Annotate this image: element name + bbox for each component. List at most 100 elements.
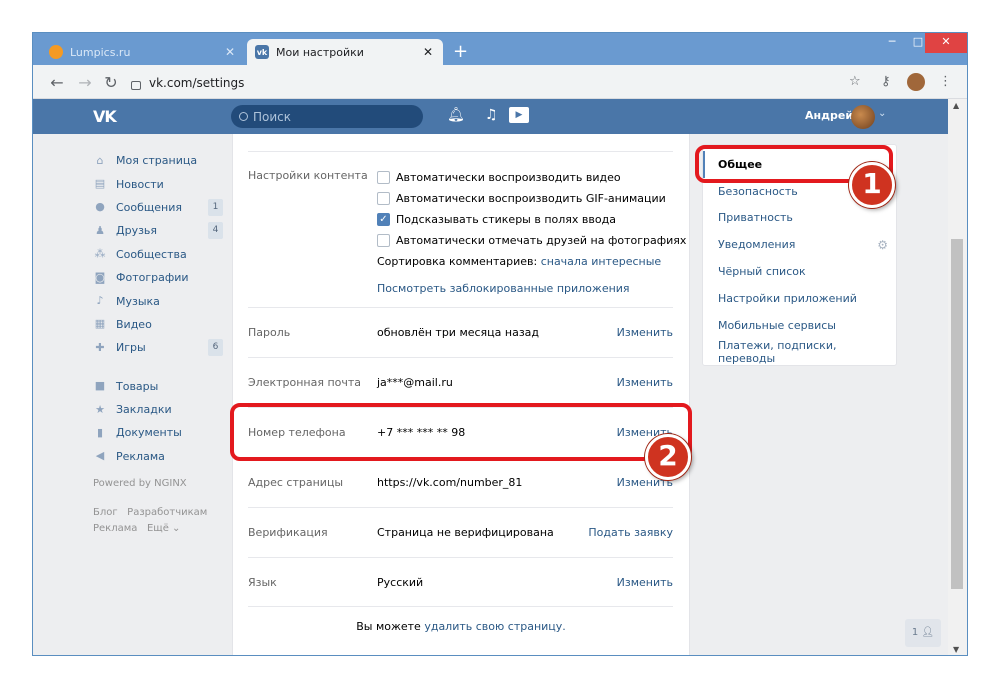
row-value: Страница не верифицирована — [377, 526, 554, 539]
footer-links: Блог Разработчикам Реклама Ещё ⌄ — [93, 505, 223, 537]
change-email-button[interactable]: Изменить — [617, 376, 673, 389]
gamepad-icon: ✚ — [95, 340, 105, 354]
email-row: Электронная почта ja***@mail.ru Изменить — [248, 357, 673, 407]
nav-item-friends[interactable]: ♟ Друзья 4 — [93, 219, 223, 242]
step-badge-2: 2 — [645, 434, 691, 480]
back-icon[interactable]: ← — [47, 73, 67, 92]
tab-settings[interactable]: vk Мои настройки ✕ — [247, 39, 443, 65]
menu-item-payments[interactable]: Платежи, подписки, переводы — [703, 339, 896, 366]
comment-sort-link[interactable]: сначала интересные — [541, 255, 661, 268]
footer-link-ads[interactable]: Реклама — [93, 523, 137, 534]
music-note-icon[interactable]: ♫ — [485, 107, 498, 123]
scrollbar-thumb[interactable] — [951, 239, 963, 589]
footer-link-blog[interactable]: Блог — [93, 507, 118, 518]
password-row: Пароль обновлён три месяца назад Изменит… — [248, 307, 673, 357]
row-label: Язык — [248, 576, 277, 589]
vk-logo-icon[interactable]: VK — [93, 107, 117, 126]
tab-strip: Lumpics.ru ✕ vk Мои настройки ✕ + ─ □ ✕ — [33, 33, 967, 65]
chevron-down-icon[interactable]: ⌄ — [878, 108, 886, 119]
footer-link-more[interactable]: Ещё ⌄ — [147, 523, 180, 534]
blocked-apps-link[interactable]: Посмотреть заблокированные приложения — [377, 282, 686, 295]
music-icon: ♪ — [96, 294, 104, 308]
play-icon[interactable]: ▶ — [509, 107, 529, 123]
scroll-up-icon[interactable]: ▲ — [953, 101, 959, 110]
nav-item-bookmarks[interactable]: ★ Закладки — [93, 398, 223, 421]
vk-header: VK Поиск 🔔︎ ♫ ▶ Андрей ⌄ — [33, 99, 948, 134]
tab-title: Lumpics.ru — [70, 45, 131, 59]
menu-item-blacklist[interactable]: Чёрный список — [703, 258, 896, 285]
count-badge: 1 — [208, 198, 223, 216]
tab-close-icon[interactable]: ✕ — [421, 45, 435, 59]
reload-icon[interactable]: ↻ — [101, 73, 121, 92]
checkbox-autoplay-video[interactable]: Автоматически воспроизводить видео — [377, 167, 686, 188]
nav-item-video[interactable]: ▦ Видео — [93, 313, 223, 336]
search-input[interactable]: Поиск — [231, 105, 423, 128]
menu-item-mobile-services[interactable]: Мобильные сервисы — [703, 312, 896, 339]
menu-item-notifications[interactable]: Уведомления ⚙ — [703, 231, 896, 258]
nav-label: Товары — [116, 379, 159, 393]
nav-item-ads[interactable]: ◀ Реклама — [93, 445, 223, 468]
delete-page-note: Вы можете удалить свою страницу. — [233, 620, 689, 633]
checkbox-box[interactable] — [377, 234, 390, 247]
nav-label: Моя страница — [116, 154, 198, 168]
nav-item-goods[interactable]: ■ Товары — [93, 375, 223, 398]
search-placeholder: Поиск — [253, 109, 292, 124]
nav-label: Игры — [116, 341, 146, 355]
nav-item-messages[interactable]: ● Сообщения 1 — [93, 196, 223, 219]
change-password-button[interactable]: Изменить — [617, 326, 673, 339]
minimize-icon[interactable]: ─ — [879, 33, 905, 53]
checkbox-tag-friends[interactable]: Автоматически отмечать друзей на фотогра… — [377, 230, 686, 251]
menu-dots-icon[interactable]: ⋮ — [939, 74, 952, 89]
comment-sort: Сортировка комментариев: сначала интерес… — [377, 255, 686, 268]
apply-verification-button[interactable]: Подать заявку — [588, 526, 673, 539]
nav-item-games[interactable]: ✚ Игры 6 — [93, 336, 223, 359]
scroll-down-icon[interactable]: ▼ — [953, 645, 959, 654]
lock-icon — [131, 80, 141, 90]
tab-lumpics[interactable]: Lumpics.ru ✕ — [41, 39, 245, 65]
gear-icon[interactable]: ⚙ — [877, 238, 888, 252]
key-icon[interactable]: ⚷ — [881, 74, 891, 89]
checkmark-icon[interactable]: ✓ — [377, 213, 390, 226]
tab-close-icon[interactable]: ✕ — [223, 45, 237, 59]
home-icon: ⌂ — [96, 153, 104, 167]
nav-label: Новости — [116, 177, 164, 191]
row-label: Электронная почта — [248, 376, 362, 389]
checkbox-sticker-hints[interactable]: ✓ Подсказывать стикеры в полях ввода — [377, 209, 686, 230]
checkbox-autoplay-gif[interactable]: Автоматически воспроизводить GIF-анимаци… — [377, 188, 686, 209]
checkbox-label: Автоматически воспроизводить видео — [396, 171, 621, 184]
chat-button[interactable]: 1 👤︎ — [905, 619, 941, 647]
nav-item-photos[interactable]: ◙ Фотографии — [93, 266, 223, 289]
close-window-icon[interactable]: ✕ — [925, 33, 967, 53]
address-bar[interactable]: vk.com/settings — [125, 71, 849, 95]
bell-icon[interactable]: 🔔︎ — [447, 107, 465, 123]
person-icon: 👤︎ — [921, 627, 935, 638]
nav-item-news[interactable]: ▤ Новости — [93, 172, 223, 195]
profile-avatar[interactable] — [907, 73, 925, 91]
nav-item-my-page[interactable]: ⌂ Моя страница — [93, 149, 223, 172]
checkbox-label: Автоматически отмечать друзей на фотогра… — [396, 234, 687, 247]
nav-item-documents[interactable]: ▮ Документы — [93, 421, 223, 444]
nav-item-music[interactable]: ♪ Музыка — [93, 289, 223, 312]
footer-link-developers[interactable]: Разработчикам — [127, 507, 207, 518]
checkbox-box[interactable] — [377, 171, 390, 184]
row-value: ja***@mail.ru — [377, 376, 453, 389]
delete-page-link[interactable]: удалить свою страницу. — [424, 620, 565, 633]
user-avatar[interactable] — [851, 105, 875, 129]
menu-item-privacy[interactable]: Приватность — [703, 205, 896, 232]
row-value: обновлён три месяца назад — [377, 326, 540, 339]
new-tab-button[interactable]: + — [453, 41, 468, 62]
menu-item-app-settings[interactable]: Настройки приложений — [703, 285, 896, 312]
menu-item-label: Уведомления — [718, 238, 796, 252]
nav-label: Сообщества — [116, 247, 187, 261]
forward-icon[interactable]: → — [75, 73, 95, 92]
checkbox-label: Подсказывать стикеры в полях ввода — [396, 213, 616, 226]
row-label: Верификация — [248, 526, 328, 539]
count-badge: 4 — [208, 222, 223, 240]
search-icon — [239, 112, 248, 121]
nav-item-groups[interactable]: ⁂ Сообщества — [93, 243, 223, 266]
user-name[interactable]: Андрей — [805, 109, 853, 122]
checkbox-box[interactable] — [377, 192, 390, 205]
scrollbar[interactable]: ▲ ▼ — [948, 99, 967, 655]
change-language-button[interactable]: Изменить — [617, 576, 673, 589]
bookmark-star-icon[interactable]: ☆ — [849, 74, 861, 89]
